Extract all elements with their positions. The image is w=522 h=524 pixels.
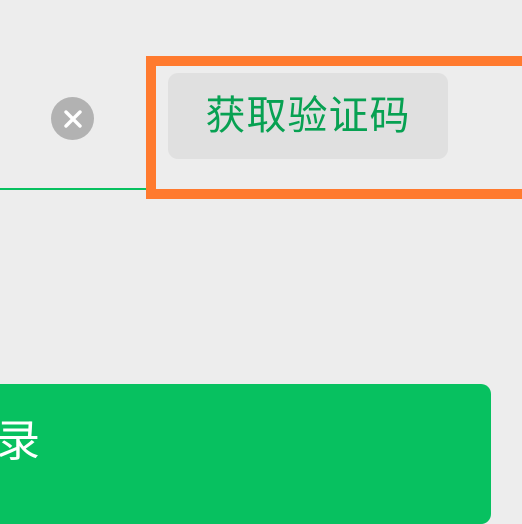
login-button-label: 录 (0, 416, 40, 467)
get-verification-code-button[interactable]: 获取验证码 (168, 73, 448, 159)
close-icon (63, 109, 82, 128)
input-underline (0, 188, 148, 190)
clear-input-button[interactable] (51, 97, 94, 140)
login-button[interactable]: 录 (0, 384, 491, 524)
